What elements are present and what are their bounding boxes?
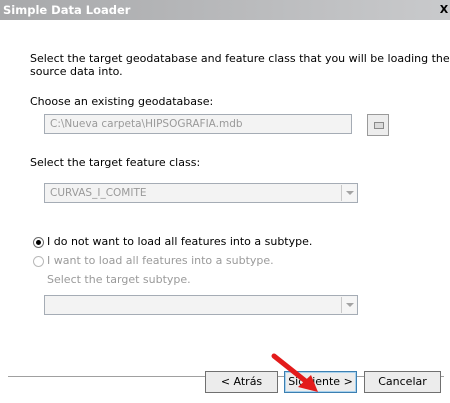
geodatabase-path-field[interactable]: C:\Nueva carpeta\HIPSOGRAFIA.mdb bbox=[44, 114, 352, 134]
geodatabase-label: Choose an existing geodatabase: bbox=[30, 95, 214, 108]
feature-class-dropdown[interactable]: CURVAS_I_COMITE bbox=[44, 183, 358, 203]
radio-use-subtype[interactable] bbox=[33, 256, 44, 267]
cancel-button[interactable]: Cancelar bbox=[364, 371, 441, 393]
subtype-dropdown[interactable] bbox=[44, 295, 358, 315]
feature-class-label: Select the target feature class: bbox=[30, 156, 201, 169]
browse-geodatabase-button[interactable] bbox=[367, 114, 389, 136]
instruction-text-line1: Select the target geodatabase and featur… bbox=[30, 52, 450, 65]
window-title: Simple Data Loader bbox=[3, 3, 131, 17]
simple-data-loader-dialog: Simple Data Loader X Select the target g… bbox=[0, 0, 450, 403]
title-bar[interactable]: Simple Data Loader X bbox=[0, 0, 450, 20]
radio-no-subtype[interactable] bbox=[33, 237, 44, 248]
open-folder-icon bbox=[374, 122, 384, 129]
back-button[interactable]: < Atrás bbox=[205, 371, 278, 393]
close-button[interactable]: X bbox=[438, 3, 450, 17]
dialog-content: Select the target geodatabase and featur… bbox=[0, 20, 450, 403]
chevron-down-icon[interactable] bbox=[341, 297, 356, 313]
red-pointer-arrow-icon bbox=[271, 353, 318, 392]
subtype-select-label: Select the target subtype. bbox=[47, 273, 191, 286]
radio-use-subtype-label: I want to load all features into a subty… bbox=[47, 254, 274, 267]
chevron-down-icon[interactable] bbox=[341, 185, 356, 201]
arrow-shaft bbox=[271, 353, 311, 386]
feature-class-value: CURVAS_I_COMITE bbox=[50, 187, 147, 199]
radio-no-subtype-label: I do not want to load all features into … bbox=[47, 235, 313, 248]
instruction-text-line2: source data into. bbox=[30, 65, 123, 78]
